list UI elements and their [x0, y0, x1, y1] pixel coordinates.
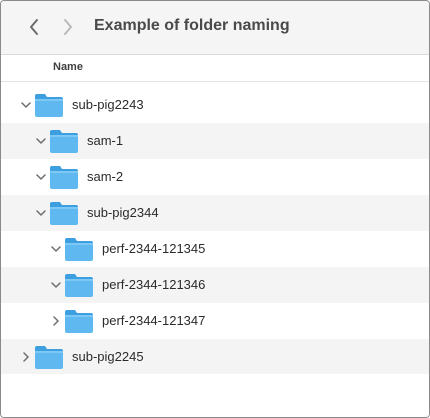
- disclosure-expanded-toggle[interactable]: [35, 207, 47, 219]
- folder-icon: [48, 199, 80, 227]
- disclosure-expanded-toggle[interactable]: [50, 243, 62, 255]
- folder-icon: [63, 271, 95, 299]
- chevron-down-icon: [36, 210, 46, 216]
- tree-row[interactable]: sam-2: [1, 159, 429, 195]
- folder-icon: [48, 163, 80, 191]
- chevron-down-icon: [36, 174, 46, 180]
- chevron-left-icon: [30, 19, 38, 35]
- forward-button[interactable]: [56, 15, 80, 39]
- folder-icon: [63, 235, 95, 263]
- finder-window: Example of folder naming Name sub-pig224…: [0, 0, 430, 418]
- chevron-down-icon: [36, 138, 46, 144]
- folder-name: sub-pig2243: [72, 97, 144, 112]
- folder-icon: [48, 127, 80, 155]
- folder-name: perf-2344-121345: [102, 241, 206, 256]
- column-header-name[interactable]: Name: [53, 61, 83, 73]
- disclosure-collapsed-toggle[interactable]: [50, 315, 62, 327]
- disclosure-expanded-toggle[interactable]: [50, 279, 62, 291]
- chevron-right-icon: [23, 352, 29, 362]
- tree-row[interactable]: perf-2344-121347: [1, 303, 429, 339]
- toolbar: Example of folder naming: [1, 1, 429, 55]
- folder-name: sam-1: [87, 133, 124, 148]
- folder-name: sub-pig2245: [72, 349, 144, 364]
- folder-icon: [33, 91, 65, 119]
- folder-icon: [63, 307, 95, 335]
- folder-name: perf-2344-121346: [102, 277, 206, 292]
- chevron-down-icon: [51, 246, 61, 252]
- back-button[interactable]: [22, 15, 46, 39]
- empty-area: [1, 374, 429, 417]
- tree-row[interactable]: sub-pig2344: [1, 195, 429, 231]
- column-header-bar: Name: [1, 55, 429, 82]
- chevron-right-icon: [64, 19, 72, 35]
- window-title: Example of folder naming: [94, 17, 290, 34]
- folder-name: sub-pig2344: [87, 205, 159, 220]
- chevron-right-icon: [53, 316, 59, 326]
- tree-row[interactable]: sub-pig2243: [1, 87, 429, 123]
- tree-row[interactable]: sub-pig2245: [1, 339, 429, 375]
- disclosure-collapsed-toggle[interactable]: [20, 351, 32, 363]
- file-tree: sub-pig2243 sam-1 sam-2 sub-pig2344 perf-234…: [1, 87, 429, 375]
- folder-name: perf-2344-121347: [102, 313, 206, 328]
- tree-row[interactable]: perf-2344-121345: [1, 231, 429, 267]
- chevron-down-icon: [51, 282, 61, 288]
- chevron-down-icon: [21, 102, 31, 108]
- tree-row[interactable]: sam-1: [1, 123, 429, 159]
- disclosure-expanded-toggle[interactable]: [20, 99, 32, 111]
- disclosure-expanded-toggle[interactable]: [35, 135, 47, 147]
- tree-row[interactable]: perf-2344-121346: [1, 267, 429, 303]
- folder-name: sam-2: [87, 169, 124, 184]
- disclosure-expanded-toggle[interactable]: [35, 171, 47, 183]
- folder-icon: [33, 343, 65, 371]
